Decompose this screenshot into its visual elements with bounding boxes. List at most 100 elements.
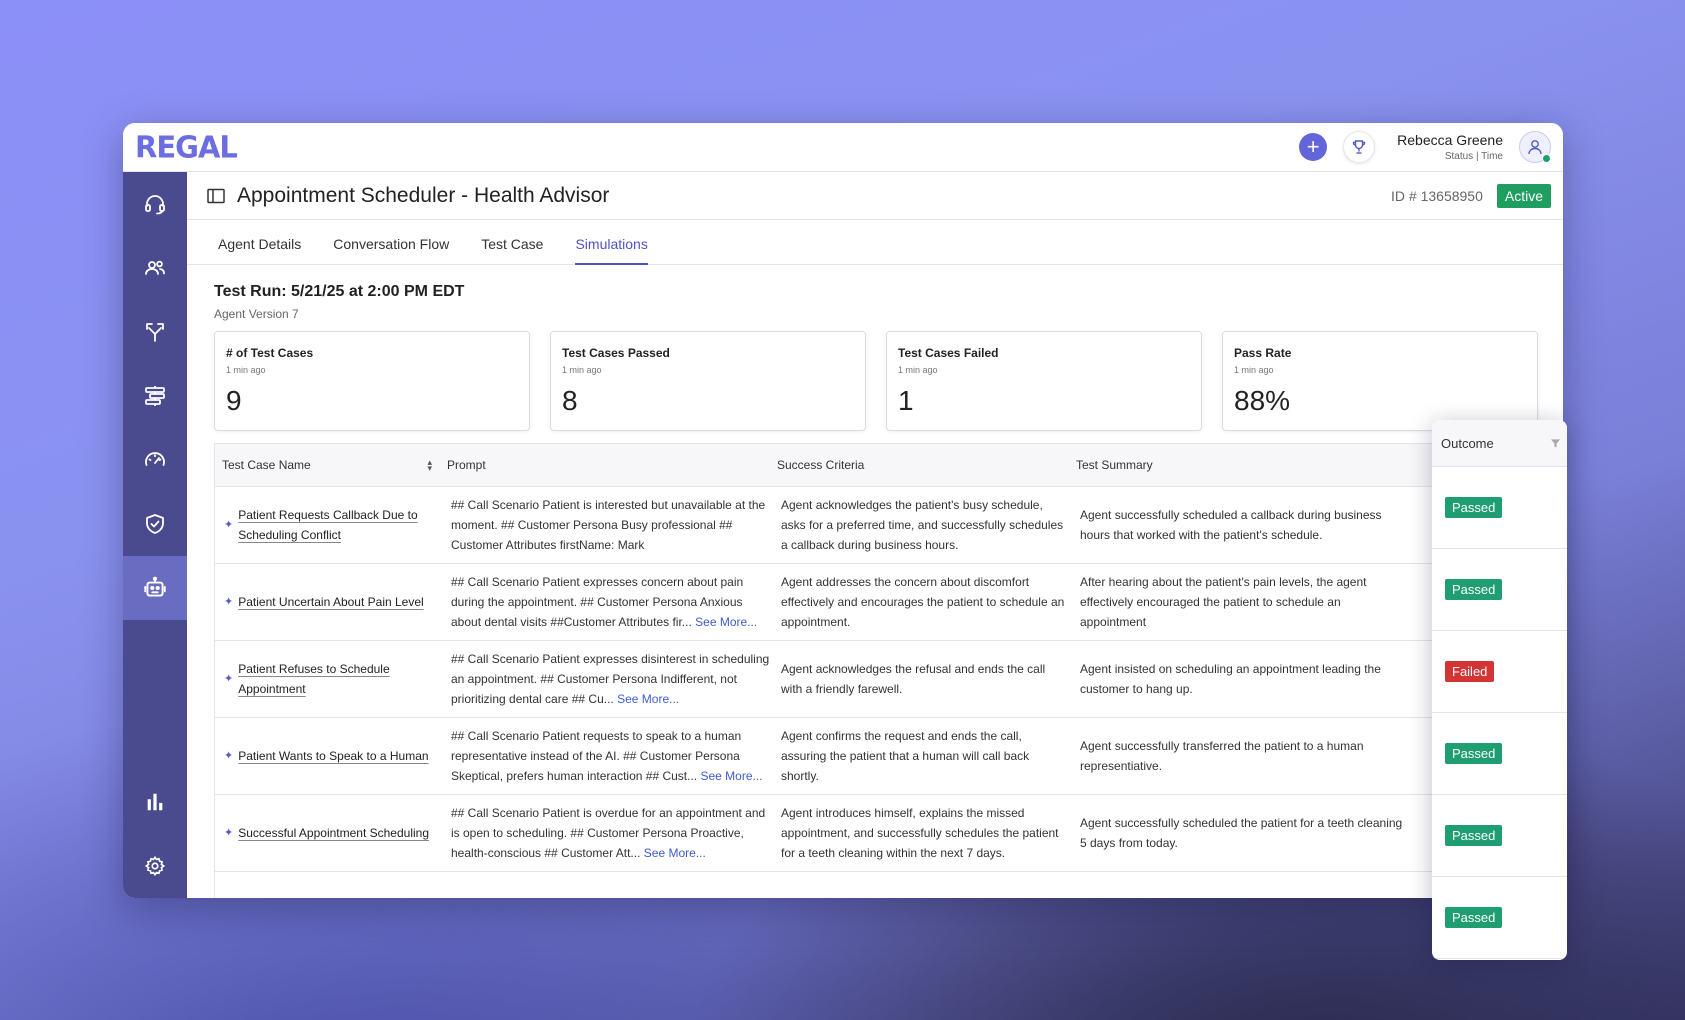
- test-case-link[interactable]: Patient Wants to Speak to a Human: [238, 746, 428, 766]
- column-header-test-summary: Test Summary: [1076, 458, 1153, 472]
- see-more-link[interactable]: See More...: [644, 846, 706, 860]
- table-row[interactable]: ✦ Patient Wants to Speak to a Human ## Cal…: [215, 718, 1543, 795]
- trophy-button[interactable]: [1343, 131, 1376, 163]
- prompt-cell: ## Call Scenario Patient expresses disin…: [440, 649, 770, 709]
- prompt-cell: ## Call Scenario Patient requests to spe…: [440, 726, 770, 786]
- sparkle-icon: ✦: [224, 519, 234, 531]
- test-case-table: Test Case Name ▴ ▾ Prompt Success Criteri…: [214, 443, 1544, 898]
- see-more-link[interactable]: See More...: [700, 769, 762, 783]
- outcome-badge: Passed: [1445, 743, 1503, 764]
- add-button[interactable]: +: [1299, 133, 1328, 161]
- card-time: 1 min ago: [562, 365, 602, 375]
- sparkle-icon: ✦: [224, 750, 234, 762]
- test-summary-cell: Agent successfully scheduled the patient…: [1080, 816, 1403, 850]
- test-summary-cell: Agent successfully scheduled a callback …: [1080, 508, 1382, 542]
- sidebar-item-contacts[interactable]: [123, 236, 187, 300]
- outcome-row: Passed: [1432, 713, 1567, 795]
- prompt-text: ## Call Scenario Patient requests to spe…: [451, 729, 742, 783]
- outcome-badge: Passed: [1445, 497, 1503, 518]
- outcome-row: Failed: [1432, 631, 1567, 713]
- sidebar-item-performance[interactable]: [123, 428, 187, 492]
- card-time: 1 min ago: [1234, 365, 1274, 375]
- see-more-link[interactable]: See More...: [617, 692, 679, 706]
- prompt-cell: ## Call Scenario Patient expresses conce…: [440, 572, 770, 632]
- top-bar: REGAL + Rebecca Greene Status | Time: [123, 123, 1563, 172]
- prompt-text: ## Call Scenario Patient expresses disin…: [451, 652, 770, 706]
- column-header-name[interactable]: Test Case Name ▴ ▾: [215, 458, 440, 473]
- card-title: Test Cases Failed: [898, 346, 999, 360]
- see-more-link[interactable]: See More...: [695, 615, 757, 629]
- column-header-outcome: Outcome: [1432, 420, 1567, 467]
- success-criteria-cell: Agent addresses the concern about discom…: [781, 575, 1065, 629]
- table-row[interactable]: ✦ Patient Refuses to Schedule Appointment…: [215, 641, 1543, 718]
- success-criteria-cell: Agent introduces himself, explains the m…: [781, 806, 1059, 860]
- table-header: Test Case Name ▴ ▾ Prompt Success Criteri…: [215, 444, 1543, 487]
- test-case-name-cell: ✦ Patient Uncertain About Pain Level: [215, 592, 440, 612]
- sidebar-item-settings[interactable]: [123, 834, 187, 898]
- tab-conversation-flow[interactable]: Conversation Flow: [317, 236, 465, 264]
- card-value: 1: [898, 385, 914, 416]
- outcome-badge: Passed: [1445, 907, 1503, 928]
- test-summary-cell: After hearing about the patient's pain l…: [1080, 575, 1367, 629]
- outcome-column-panel: Outcome Passed Passed Failed Passed Passed Pa…: [1432, 420, 1567, 960]
- prompt-cell: ## Call Scenario Patient is interested b…: [440, 495, 770, 555]
- sidebar-toggle-icon[interactable]: [207, 188, 225, 204]
- topbar-actions: + Rebecca Greene Status | Time: [1299, 131, 1551, 163]
- outcome-badge: Passed: [1445, 825, 1503, 846]
- table-row[interactable]: ✦ Patient Uncertain About Pain Level ## Ca…: [215, 564, 1543, 641]
- card-title: Test Cases Passed: [562, 346, 670, 360]
- sidebar-item-builder[interactable]: [123, 364, 187, 428]
- stat-card-pass-rate: Pass Rate 1 min ago 88%: [1222, 331, 1538, 431]
- success-criteria-cell: Agent confirms the request and ends the …: [781, 729, 1030, 783]
- gear-icon: [144, 855, 166, 877]
- plus-icon: +: [1306, 134, 1320, 159]
- outcome-row: Passed: [1432, 467, 1567, 549]
- test-case-name-cell: ✦ Successful Appointment Scheduling: [215, 823, 440, 843]
- card-title: Pass Rate: [1234, 346, 1292, 360]
- sidebar-item-headset[interactable]: [123, 172, 187, 236]
- header-right: ID # 13658950 Active: [1391, 183, 1551, 208]
- sort-icon[interactable]: ▴ ▾: [427, 458, 432, 473]
- tab-bar: Agent Details Conversation Flow Test Cas…: [187, 220, 1563, 265]
- sparkle-icon: ✦: [224, 673, 234, 685]
- tab-simulations[interactable]: Simulations: [559, 236, 663, 265]
- sidebar-item-journeys[interactable]: [123, 300, 187, 364]
- column-label: Outcome: [1441, 435, 1494, 451]
- sidebar-item-compliance[interactable]: [123, 492, 187, 556]
- tab-agent-details[interactable]: Agent Details: [202, 236, 317, 264]
- test-run-title: Test Run: 5/21/25 at 2:00 PM EDT: [214, 283, 465, 300]
- trophy-icon: [1352, 140, 1366, 154]
- user-info[interactable]: Rebecca Greene Status | Time: [1397, 132, 1503, 162]
- test-case-link[interactable]: Patient Refuses to Schedule Appointment: [238, 659, 440, 699]
- status-badge: Active: [1496, 183, 1551, 208]
- prompt-text: ## Call Scenario Patient is interested b…: [451, 498, 766, 552]
- prompt-text: ## Call Scenario Patient is overdue for …: [451, 806, 766, 860]
- robot-icon: [144, 576, 166, 597]
- blocks-icon: [145, 386, 165, 406]
- app-window: REGAL + Rebecca Greene Status | Time App…: [123, 123, 1563, 898]
- headset-icon: [145, 195, 165, 215]
- agent-version: Agent Version 7: [214, 307, 299, 321]
- page-title: Appointment Scheduler - Health Advisor: [237, 183, 610, 207]
- tab-test-case[interactable]: Test Case: [465, 236, 559, 264]
- table-row[interactable]: ✦ Patient Requests Callback Due to Schedu…: [215, 487, 1543, 564]
- success-criteria-cell: Agent acknowledges the patient's busy sc…: [781, 498, 1064, 552]
- table-row[interactable]: ✦ Successful Appointment Scheduling ## Cal…: [215, 795, 1543, 872]
- stat-card-failed: Test Cases Failed 1 min ago 1: [886, 331, 1202, 431]
- filter-icon[interactable]: [1550, 438, 1561, 449]
- regal-logo[interactable]: REGAL: [135, 129, 238, 165]
- sidebar-item-reports[interactable]: [123, 770, 187, 834]
- sparkle-icon: ✦: [224, 596, 234, 608]
- table-row[interactable]: ✦Request for Location of## Call Scenario…: [215, 872, 1543, 898]
- table-body: ✦ Patient Requests Callback Due to Schedu…: [215, 487, 1543, 898]
- card-time: 1 min ago: [898, 365, 938, 375]
- stat-card-total: # of Test Cases 1 min ago 9: [214, 331, 530, 431]
- bar-chart-icon: [147, 793, 163, 811]
- test-case-name-cell: ✦ Patient Refuses to Schedule Appointment: [215, 659, 440, 699]
- test-case-link[interactable]: Patient Uncertain About Pain Level: [238, 592, 423, 612]
- avatar[interactable]: [1519, 131, 1551, 163]
- sidebar-item-ai-agents[interactable]: [123, 556, 187, 620]
- agent-id: ID # 13658950: [1391, 187, 1483, 204]
- test-case-link[interactable]: Patient Requests Callback Due to Schedul…: [238, 505, 440, 545]
- test-case-link[interactable]: Successful Appointment Scheduling: [238, 823, 429, 843]
